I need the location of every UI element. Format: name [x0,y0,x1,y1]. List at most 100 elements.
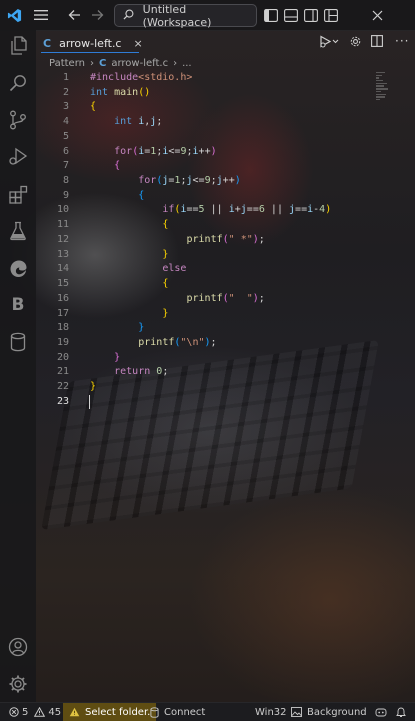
select-folder-label: Select folder. [85,706,151,718]
line-number: 23 [56,395,69,407]
line-number: 1 [62,72,69,83]
line-number: 5 [62,130,69,142]
breadcrumb-more[interactable]: ... [182,58,192,69]
code-line[interactable]: 1 #include<stdio.h> [36,71,415,86]
breadcrumb: Pattern › C arrow-left.c › ... [49,56,192,70]
close-icon[interactable] [369,0,385,30]
toggle-panel-icon[interactable] [283,0,299,30]
code-line[interactable]: 13 } [36,248,415,263]
line-number: 15 [56,278,69,290]
code-line[interactable]: 7 { [36,159,415,174]
toggle-primary-sidebar-icon[interactable] [263,0,279,30]
background-label: Background [307,706,367,718]
code-line[interactable]: 9 { [36,189,415,204]
code-line[interactable]: 3{ [36,100,415,115]
database-icon [150,706,159,718]
command-center-search[interactable]: Untitled (Workspace) [114,2,257,29]
title-bar: Untitled (Workspace) [0,0,415,31]
code-line[interactable]: 14 else [36,262,415,277]
select-folder-status[interactable]: Select folder. [63,703,157,721]
code-text: #include<stdio.h> [90,72,193,83]
code-line[interactable]: 17 } [36,307,415,322]
explorer-icon[interactable] [6,34,30,58]
extensions-icon[interactable] [6,182,30,206]
code-text: for(i=1;i<=9;i++) [114,145,217,157]
search-icon[interactable] [6,71,30,95]
line-number: 3 [62,101,69,113]
run-debug-icon[interactable] [6,145,30,169]
search-label: Untitled (Workspace) [142,2,212,29]
code-line[interactable]: 4 int i,j; [36,115,415,130]
code-line[interactable]: 22} [36,380,415,395]
code-text: } [114,351,121,363]
notifications-bell-icon[interactable] [396,703,406,721]
source-control-icon[interactable] [6,108,30,132]
line-number: 22 [56,381,69,393]
code-line[interactable]: 12 printf(" *"); [36,233,415,248]
database-icon[interactable] [6,330,30,354]
code-line[interactable]: 16 printf(" "); [36,292,415,307]
status-bar: 5 45 Select folder. Connect Win32 Backgr… [0,702,415,721]
code-line[interactable]: 10 if(i==5 || i+j==6 || j==i-4) [36,203,415,218]
run-code-icon[interactable] [319,30,339,52]
code-text: { [138,189,145,201]
code-line[interactable]: 6 for(i=1;i<=9;i++) [36,145,415,160]
tab-close-icon[interactable]: × [134,37,143,50]
code-line[interactable]: 15 { [36,277,415,292]
platform-status[interactable]: Win32 [255,703,287,721]
menu-icon[interactable] [32,0,50,30]
split-editor-icon[interactable] [371,30,383,52]
error-count: 5 [22,706,29,718]
back-arrow-icon[interactable] [66,0,82,30]
bootstrap-icon[interactable]: B [6,293,30,317]
breadcrumb-separator: › [173,57,178,69]
line-number: 2 [62,86,69,98]
code-line[interactable]: 5 [36,130,415,145]
c-file-icon: C [43,36,52,50]
forward-arrow-icon[interactable] [89,0,105,30]
code-text: int main() [90,86,151,98]
code-text: if(i==5 || i+j==6 || j==i-4) [162,204,332,216]
line-number: 20 [56,351,69,363]
code-line[interactable]: 23 [36,394,415,410]
background-status[interactable]: Background [291,703,367,721]
active-tab-indicator [41,52,139,53]
code-text: printf(" "); [186,292,265,304]
testing-icon[interactable] [6,219,30,243]
warning-icon [34,707,46,717]
gear-icon[interactable] [349,30,362,52]
accounts-icon[interactable] [6,635,30,659]
code-editor[interactable]: 1 #include<stdio.h> 2 int main() 3{4 int i,j… [36,71,415,410]
tab-arrow-left-c[interactable]: C arrow-left.c × [43,32,143,54]
code-line[interactable]: 19 printf("\n"); [36,336,415,351]
edge-devtools-icon[interactable] [6,256,30,280]
more-actions-icon[interactable]: ··· [395,30,409,52]
breadcrumb-folder[interactable]: Pattern [49,58,85,69]
code-text: { [114,160,121,172]
activity-bar: B [0,30,36,702]
breadcrumb-file[interactable]: arrow-left.c [111,58,168,69]
manage-icon[interactable] [6,672,30,696]
vscode-logo[interactable] [6,0,22,30]
customize-layout-icon[interactable] [323,0,339,30]
code-line[interactable]: 21 return 0; [36,365,415,380]
text-cursor [89,394,90,409]
problems-status[interactable]: 5 45 [9,703,61,721]
code-text: int i,j; [114,116,163,128]
warning-count: 45 [48,706,62,718]
breadcrumb-separator: › [89,57,94,69]
code-line[interactable]: 11 { [36,218,415,233]
code-text: return 0; [114,366,169,378]
line-number: 12 [56,233,69,245]
connect-status[interactable]: Connect [150,703,205,721]
line-number: 14 [56,263,69,275]
code-text: } [162,307,169,319]
code-line[interactable]: 20 } [36,351,415,366]
code-line[interactable]: 8 for(j=1;j<=9;j++) [36,174,415,189]
image-icon [291,707,302,717]
line-number: 19 [56,336,69,348]
toggle-secondary-sidebar-icon[interactable] [303,0,319,30]
copilot-icon[interactable] [375,703,387,721]
code-line[interactable]: 2 int main() [36,86,415,101]
code-line[interactable]: 18 } [36,321,415,336]
